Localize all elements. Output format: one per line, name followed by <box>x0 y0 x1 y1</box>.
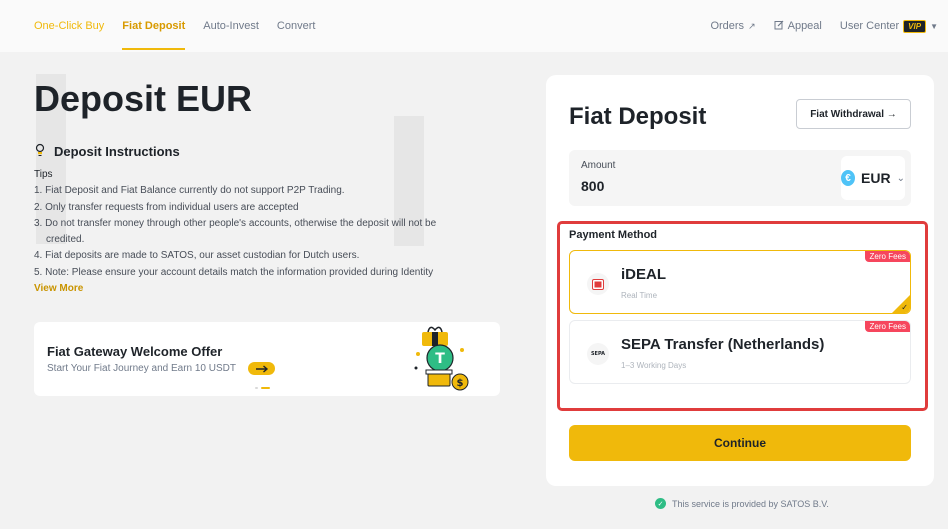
tip-item: 5. Note: Please ensure your account deta… <box>34 266 434 278</box>
tips-label: Tips <box>34 169 53 180</box>
check-icon: ✓ <box>901 303 908 312</box>
provider-note: ✓ This service is provided by SATOS B.V. <box>655 498 829 509</box>
zero-fees-badge: Zero Fees <box>864 251 910 262</box>
amount-label: Amount <box>581 160 616 171</box>
card-title: Fiat Deposit <box>569 103 707 130</box>
tip-item: credited. <box>46 234 85 246</box>
tips-block: Tips 1. Fiat Deposit and Fiat Balance cu… <box>34 167 494 281</box>
appeal-link[interactable]: Appeal <box>774 20 822 33</box>
tip-item: 1. Fiat Deposit and Fiat Balance current… <box>34 185 345 197</box>
amount-field[interactable]: Amount 800 € EUR ⌄ <box>569 150 911 206</box>
currency-select[interactable]: € EUR ⌄ <box>841 156 905 200</box>
payment-option-name: SEPA Transfer (Netherlands) <box>621 336 825 353</box>
instructions-heading: Deposit Instructions <box>34 143 180 160</box>
provider-note-text: This service is provided by SATOS B.V. <box>672 498 829 509</box>
user-center-label: User Center <box>839 20 900 32</box>
amount-input[interactable]: 800 <box>581 178 604 194</box>
nav-right: Orders ↗ Appeal User Center VIP ▼ <box>710 0 938 52</box>
tab-bar: One-Click Buy Fiat Deposit Auto-Invest C… <box>34 0 333 52</box>
arrow-right-icon <box>255 364 268 373</box>
shield-check-icon: ✓ <box>655 498 666 509</box>
offer-arrow-button[interactable] <box>248 362 275 375</box>
external-arrow-icon: ↗ <box>748 20 756 31</box>
lightbulb-icon <box>34 143 46 160</box>
tip-item: 2. Only transfer requests from individua… <box>34 201 299 213</box>
vip-badge: VIP <box>903 19 927 33</box>
payment-option-ideal[interactable]: Zero Fees iDEAL Real Time ✓ <box>569 250 911 314</box>
carousel-dot[interactable] <box>255 387 258 389</box>
ideal-logo-icon <box>587 273 609 295</box>
offer-subtitle: Start Your Fiat Journey and Earn 10 USDT <box>47 363 236 374</box>
sepa-logo-text: SEPA <box>590 351 606 357</box>
edit-icon <box>774 20 784 33</box>
sepa-logo-icon: SEPA <box>587 343 609 365</box>
user-center-menu[interactable]: User Center VIP ▼ <box>839 19 938 33</box>
chevron-down-icon: ⌄ <box>896 172 905 184</box>
svg-text:T: T <box>435 351 445 367</box>
orders-label: Orders <box>710 20 745 32</box>
carousel-dots <box>255 387 270 389</box>
appeal-label: Appeal <box>787 20 822 32</box>
payment-option-sepa[interactable]: Zero Fees SEPA SEPA Transfer (Netherland… <box>569 320 911 384</box>
carousel-dot-active[interactable] <box>261 387 270 389</box>
page-title: Deposit EUR <box>34 78 253 119</box>
payment-option-time: Real Time <box>621 291 658 300</box>
zero-fees-badge: Zero Fees <box>864 321 910 332</box>
svg-text:$: $ <box>457 378 464 389</box>
fiat-withdrawal-button[interactable]: Fiat Withdrawal → <box>796 99 911 129</box>
orders-link[interactable]: Orders ↗ <box>710 20 755 32</box>
currency-label: EUR <box>861 170 891 186</box>
euro-icon: € <box>841 170 856 186</box>
tab-one-click-buy[interactable]: One-Click Buy <box>34 0 104 52</box>
payment-method-label: Payment Method <box>569 229 658 241</box>
tab-convert[interactable]: Convert <box>277 0 316 52</box>
tip-item: 3. Do not transfer money through other p… <box>34 217 437 229</box>
welcome-offer-banner[interactable]: Fiat Gateway Welcome Offer Start Your Fi… <box>34 322 500 396</box>
gift-coin-illustration-icon: T $ <box>414 326 469 391</box>
tab-fiat-deposit[interactable]: Fiat Deposit <box>122 0 185 52</box>
view-more-link[interactable]: View More <box>34 283 83 294</box>
offer-title: Fiat Gateway Welcome Offer <box>47 344 223 359</box>
top-nav: One-Click Buy Fiat Deposit Auto-Invest C… <box>0 0 948 52</box>
continue-button[interactable]: Continue <box>569 425 911 461</box>
tip-item: 4. Fiat deposits are made to SATOS, our … <box>34 250 360 262</box>
payment-option-name: iDEAL <box>621 266 666 283</box>
tab-auto-invest[interactable]: Auto-Invest <box>203 0 259 52</box>
instructions-heading-text: Deposit Instructions <box>54 144 180 159</box>
payment-option-time: 1–3 Working Days <box>621 361 687 370</box>
caret-down-icon: ▼ <box>930 21 938 31</box>
